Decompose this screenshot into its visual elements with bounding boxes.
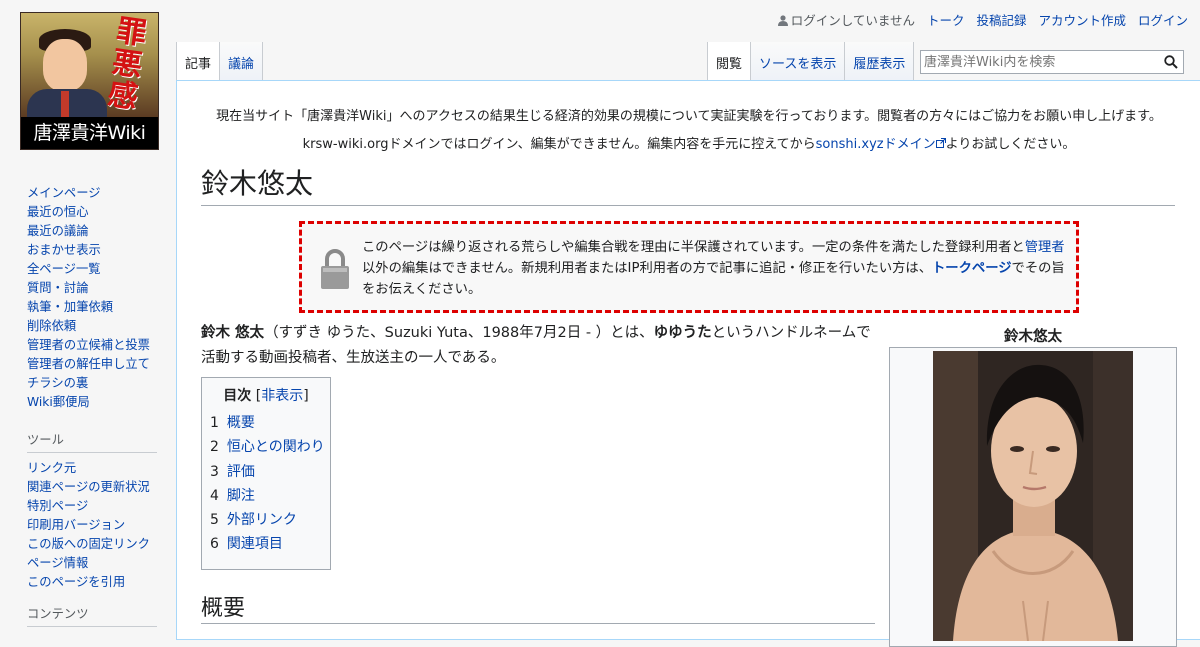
content-area: 現在当サイト「唐澤貴洋Wiki」へのアクセスの結果生じる経済的効果の規模について… — [176, 80, 1200, 647]
handle-name: ゆゆうた — [653, 325, 712, 341]
sidebar-nav-item[interactable]: 管理者の立候補と投票 — [27, 336, 157, 355]
subject-name: 鈴木 悠太 — [201, 325, 265, 341]
tab-read[interactable]: 閲覧 — [707, 42, 752, 80]
toc-title-row: 目次 [非表示] — [202, 387, 330, 411]
create-account-link[interactable]: アカウント作成 — [1038, 13, 1126, 28]
toc-item[interactable]: 4 脚注 — [210, 484, 330, 508]
logo-tie — [61, 91, 69, 117]
site-notice-line1: 現在当サイト「唐澤貴洋Wiki」へのアクセスの結果生じる経済的効果の規模について… — [216, 109, 1162, 124]
tab-view-source[interactable]: ソースを表示 — [751, 42, 846, 80]
sidebar-tools-item[interactable]: 特別ページ — [27, 497, 157, 516]
protection-text1: このページは繰り返される荒らしや編集合戦を理由に半保護されています。一定の条件を… — [362, 240, 1025, 255]
toc-item-label[interactable]: 外部リンク — [227, 512, 297, 528]
infobox-title: 鈴木悠太 — [1004, 329, 1062, 345]
toc-item-label[interactable]: 恒心との関わり — [227, 439, 325, 455]
personal-tools: ログインしていません トーク 投稿記録 アカウント作成 ログイン — [777, 10, 1188, 29]
sidebar-tools-item[interactable]: この版への固定リンク — [27, 535, 157, 554]
site-logo[interactable]: 罪悪感 唐澤貴洋Wiki — [20, 12, 159, 150]
sidebar-nav-item[interactable]: Wiki郵便局 — [27, 393, 157, 412]
protection-notice: このページは繰り返される荒らしや編集合戦を理由に半保護されています。一定の条件を… — [299, 221, 1079, 313]
login-link[interactable]: ログイン — [1138, 13, 1188, 28]
logo-face — [43, 39, 87, 91]
sidebar-nav-item[interactable]: 最近の議論 — [27, 222, 157, 241]
sidebar-tools-item[interactable]: リンク元 — [27, 459, 157, 478]
subject-photo[interactable] — [933, 351, 1133, 641]
sidebar-nav-item[interactable]: 質問・討論 — [27, 279, 157, 298]
toc-item-label[interactable]: 関連項目 — [227, 536, 283, 552]
toc-item[interactable]: 2 恒心との関わり — [210, 435, 330, 459]
admin-link[interactable]: 管理者 — [1025, 240, 1065, 255]
sidebar-nav-item[interactable]: 全ページ一覧 — [27, 260, 157, 279]
sidebar-nav-item[interactable]: 執筆・加筆依頼 — [27, 298, 157, 317]
sidebar-nav-item[interactable]: 削除依頼 — [27, 317, 157, 336]
sidebar-tools-item[interactable]: 関連ページの更新状況 — [27, 478, 157, 497]
toc-item[interactable]: 1 概要 — [210, 411, 330, 435]
table-of-contents: 目次 [非表示] 1 概要 2 恒心との関わり 3 評価 4 脚注 5 外部リンク 6 関連項目 — [201, 377, 331, 570]
toc-item-label[interactable]: 評価 — [227, 464, 255, 480]
toc-item-number: 1 — [210, 415, 219, 431]
sidebar-tools-item[interactable]: 印刷用バージョン — [27, 516, 157, 535]
contents-heading: コンテンツ — [27, 604, 157, 627]
tab-article[interactable]: 記事 — [176, 42, 221, 80]
section-heading-overview: 概要 — [201, 593, 875, 624]
tab-history[interactable]: 履歴表示 — [845, 42, 915, 80]
talk-link[interactable]: トーク — [927, 13, 965, 28]
photo-illustration — [933, 351, 1133, 641]
sidebar-nav-item[interactable]: おまかせ表示 — [27, 241, 157, 260]
not-logged-in-text: ログインしていません — [790, 13, 915, 28]
logo-kanji: 罪悪感 — [105, 13, 149, 116]
sidebar: メインページ 最近の恒心 最近の議論 おまかせ表示 全ページ一覧 質問・討論 執筆・加筆依頼… — [0, 180, 176, 627]
tab-discussion[interactable]: 議論 — [220, 42, 264, 80]
toc-item[interactable]: 5 外部リンク — [210, 508, 330, 532]
toc-list: 1 概要 2 恒心との関わり 3 評価 4 脚注 5 外部リンク 6 関連項目 — [202, 411, 330, 557]
toc-item-label[interactable]: 概要 — [227, 415, 255, 431]
lock-icon — [321, 249, 349, 289]
site-notice: 現在当サイト「唐澤貴洋Wiki」へのアクセスの結果生じる経済的効果の規模について… — [177, 103, 1200, 159]
navigation-portal: メインページ 最近の恒心 最近の議論 おまかせ表示 全ページ一覧 質問・討論 執筆・加筆依頼… — [27, 184, 157, 412]
site-notice-line2-pre: krsw-wiki.orgドメインではログイン、編集ができません。編集内容を手元… — [302, 137, 816, 152]
contents-portal: コンテンツ — [27, 604, 157, 633]
toc-item-number: 2 — [210, 439, 219, 456]
sidebar-nav-item[interactable]: チラシの裏 — [27, 374, 157, 393]
namespace-tabs: 記事 議論 — [176, 42, 264, 80]
tools-heading: ツール — [27, 430, 157, 453]
protection-text2: 以外の編集はできません。新規利用者またはIP利用者の方で記事に追記・修正を行いた… — [362, 261, 933, 276]
sidebar-nav-item[interactable]: 最近の恒心 — [27, 203, 157, 222]
tools-list: リンク元 関連ページの更新状況 特別ページ 印刷用バージョン この版への固定リンク ページ… — [27, 459, 157, 592]
toc-item-label[interactable]: 脚注 — [227, 488, 255, 504]
talk-page-link[interactable]: トークページ — [932, 261, 1012, 276]
tools-portal: ツール リンク元 関連ページの更新状況 特別ページ 印刷用バージョン この版への固定リン… — [27, 430, 157, 592]
logo-title: 唐澤貴洋Wiki — [21, 117, 158, 149]
sonshi-domain-link[interactable]: sonshi.xyzドメイン — [816, 137, 936, 152]
search-input[interactable] — [924, 52, 1160, 72]
protection-text: このページは繰り返される荒らしや編集合戦を理由に半保護されています。一定の条件を… — [362, 237, 1068, 300]
toc-item-number: 6 — [210, 536, 219, 553]
logo-illustration: 罪悪感 — [21, 13, 158, 119]
user-icon — [777, 15, 788, 26]
site-notice-line2-post: よりお試しください。 — [945, 137, 1076, 152]
external-link-icon — [935, 138, 946, 148]
sidebar-nav-item[interactable]: 管理者の解任申し立て — [27, 355, 157, 374]
toc-item[interactable]: 6 関連項目 — [210, 532, 330, 556]
toc-item-number: 3 — [210, 463, 219, 480]
navigation-list: メインページ 最近の恒心 最近の議論 おまかせ表示 全ページ一覧 質問・討論 執筆・加筆依頼… — [27, 184, 157, 412]
toc-toggle[interactable]: 非表示 — [261, 388, 303, 404]
site-notice-line2: krsw-wiki.orgドメインではログイン、編集ができません。編集内容を手元… — [177, 131, 1200, 159]
sidebar-tools-item[interactable]: このページを引用 — [27, 573, 157, 592]
page-title: 鈴木悠太 — [201, 165, 1175, 206]
search-box — [920, 50, 1184, 74]
toc-item-number: 4 — [210, 487, 219, 504]
intro-paragraph: 鈴木 悠太（すずき ゆうた、Suzuki Yuta、1988年7月2日 - ）と… — [201, 321, 881, 371]
view-tabs: 閲覧 ソースを表示 履歴表示 — [707, 42, 915, 80]
toc-item[interactable]: 3 評価 — [210, 460, 330, 484]
contributions-link[interactable]: 投稿記録 — [976, 13, 1026, 28]
toc-item-number: 5 — [210, 512, 219, 529]
intro-part1: （すずき ゆうた、Suzuki Yuta、1988年7月2日 - ）とは、 — [264, 325, 654, 341]
infobox — [889, 347, 1177, 647]
toc-title: 目次 — [223, 388, 252, 404]
sidebar-nav-item[interactable]: メインページ — [27, 184, 157, 203]
search-icon[interactable] — [1164, 55, 1178, 69]
toc-toggle-close: ] — [303, 388, 309, 404]
sidebar-tools-item[interactable]: ページ情報 — [27, 554, 157, 573]
